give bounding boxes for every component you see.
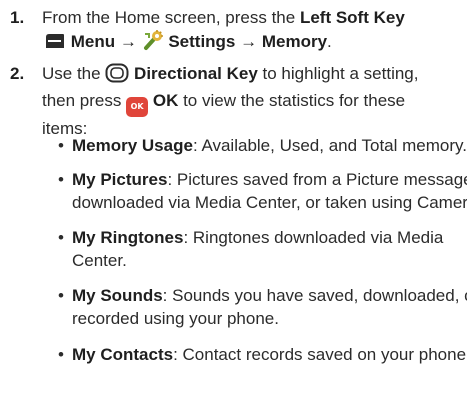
list-item-term: My Sounds — [72, 286, 163, 305]
ok-label: OK — [152, 91, 179, 110]
step-2-line-1-suffix: to highlight a setting, — [257, 64, 419, 83]
step-1-line-1-text: From the Home screen, press the — [42, 8, 300, 27]
list-item-my-pictures: • My Pictures: Pictures saved from a Pict… — [58, 168, 467, 214]
bullet-dot: • — [58, 170, 64, 189]
list-item-line-2: Center. — [72, 251, 127, 270]
settings-icon — [142, 29, 164, 57]
list-item-line-2: recorded using your phone. — [72, 309, 279, 328]
bullet-dot: • — [58, 345, 64, 364]
list-item-line-1: • My Ringtones: Ringtones downloaded via … — [58, 226, 463, 249]
ok-key-icon: OK — [126, 97, 149, 117]
step-2-number: 2. — [10, 64, 25, 83]
bullet-dot: • — [58, 136, 64, 155]
list-item-line-2: downloaded via Media Center, or taken us… — [72, 193, 467, 212]
step-1-period: . — [327, 32, 332, 51]
step-1-number: 1. — [10, 8, 25, 27]
directional-key-label: Directional Key — [134, 64, 258, 83]
list-item-term: Memory Usage — [72, 136, 193, 155]
instruction-page: 1. From the Home screen, press the Left … — [0, 0, 467, 400]
step-2-line-1: Use the Directional Key to highlight a s… — [42, 62, 462, 89]
list-item-line-1: • My Pictures: Pictures saved from a Pict… — [58, 168, 467, 191]
left-soft-key-icon — [42, 31, 66, 57]
list-item-description: : Pictures saved from a Picture message, — [167, 170, 467, 189]
list-item-memory-usage: • Memory Usage: Available, Used, and Tota… — [58, 134, 467, 157]
directional-key-icon — [105, 63, 129, 89]
memory-label: Memory — [261, 32, 328, 51]
step-2-line-2: then press OK OK to view the statistics … — [42, 89, 462, 117]
arrow-1: → — [119, 32, 137, 51]
list-item-my-contacts: • My Contacts: Contact records saved on y… — [58, 343, 467, 366]
list-item-term: My Contacts — [72, 345, 174, 364]
left-soft-key-label: Left Soft Key — [299, 8, 405, 27]
list-item-description: : Sounds you have saved, downloaded, or — [162, 286, 467, 305]
step-1-line-2: Menu → Settings → Memory. — [42, 29, 462, 57]
bullet-dot: • — [58, 286, 64, 305]
step-2-line-2-prefix: then press — [42, 91, 127, 110]
list-item-my-sounds: • My Sounds: Sounds you have saved, downl… — [58, 284, 467, 330]
step-1-line-1: From the Home screen, press the Left Sof… — [42, 6, 462, 29]
list-item-line-1: • My Contacts: Contact records saved on y… — [58, 343, 467, 366]
step-2-body: Use the Directional Key to highlight a s… — [42, 62, 462, 140]
menu-label: Menu — [70, 32, 116, 51]
arrow-2: → — [240, 32, 258, 51]
list-item-line-1: • Memory Usage: Available, Used, and Tota… — [58, 134, 467, 157]
list-item-description: : Available, Used, and Total memory. — [192, 136, 467, 155]
list-item-term: My Ringtones — [72, 228, 184, 247]
list-item-description: : Contact records saved on your phone. — [173, 345, 467, 364]
step-2-line-2-suffix: to view the statistics for these — [178, 91, 406, 110]
step-2-line-1-prefix: Use the — [42, 64, 106, 83]
list-item-my-ringtones: • My Ringtones: Ringtones downloaded via … — [58, 226, 463, 272]
step-1-body: From the Home screen, press the Left Sof… — [42, 6, 462, 57]
list-item-line-1: • My Sounds: Sounds you have saved, downl… — [58, 284, 467, 307]
bullet-dot: • — [58, 228, 64, 247]
settings-label: Settings — [168, 32, 236, 51]
list-item-term: My Pictures — [72, 170, 168, 189]
list-item-description: : Ringtones downloaded via Media — [183, 228, 444, 247]
